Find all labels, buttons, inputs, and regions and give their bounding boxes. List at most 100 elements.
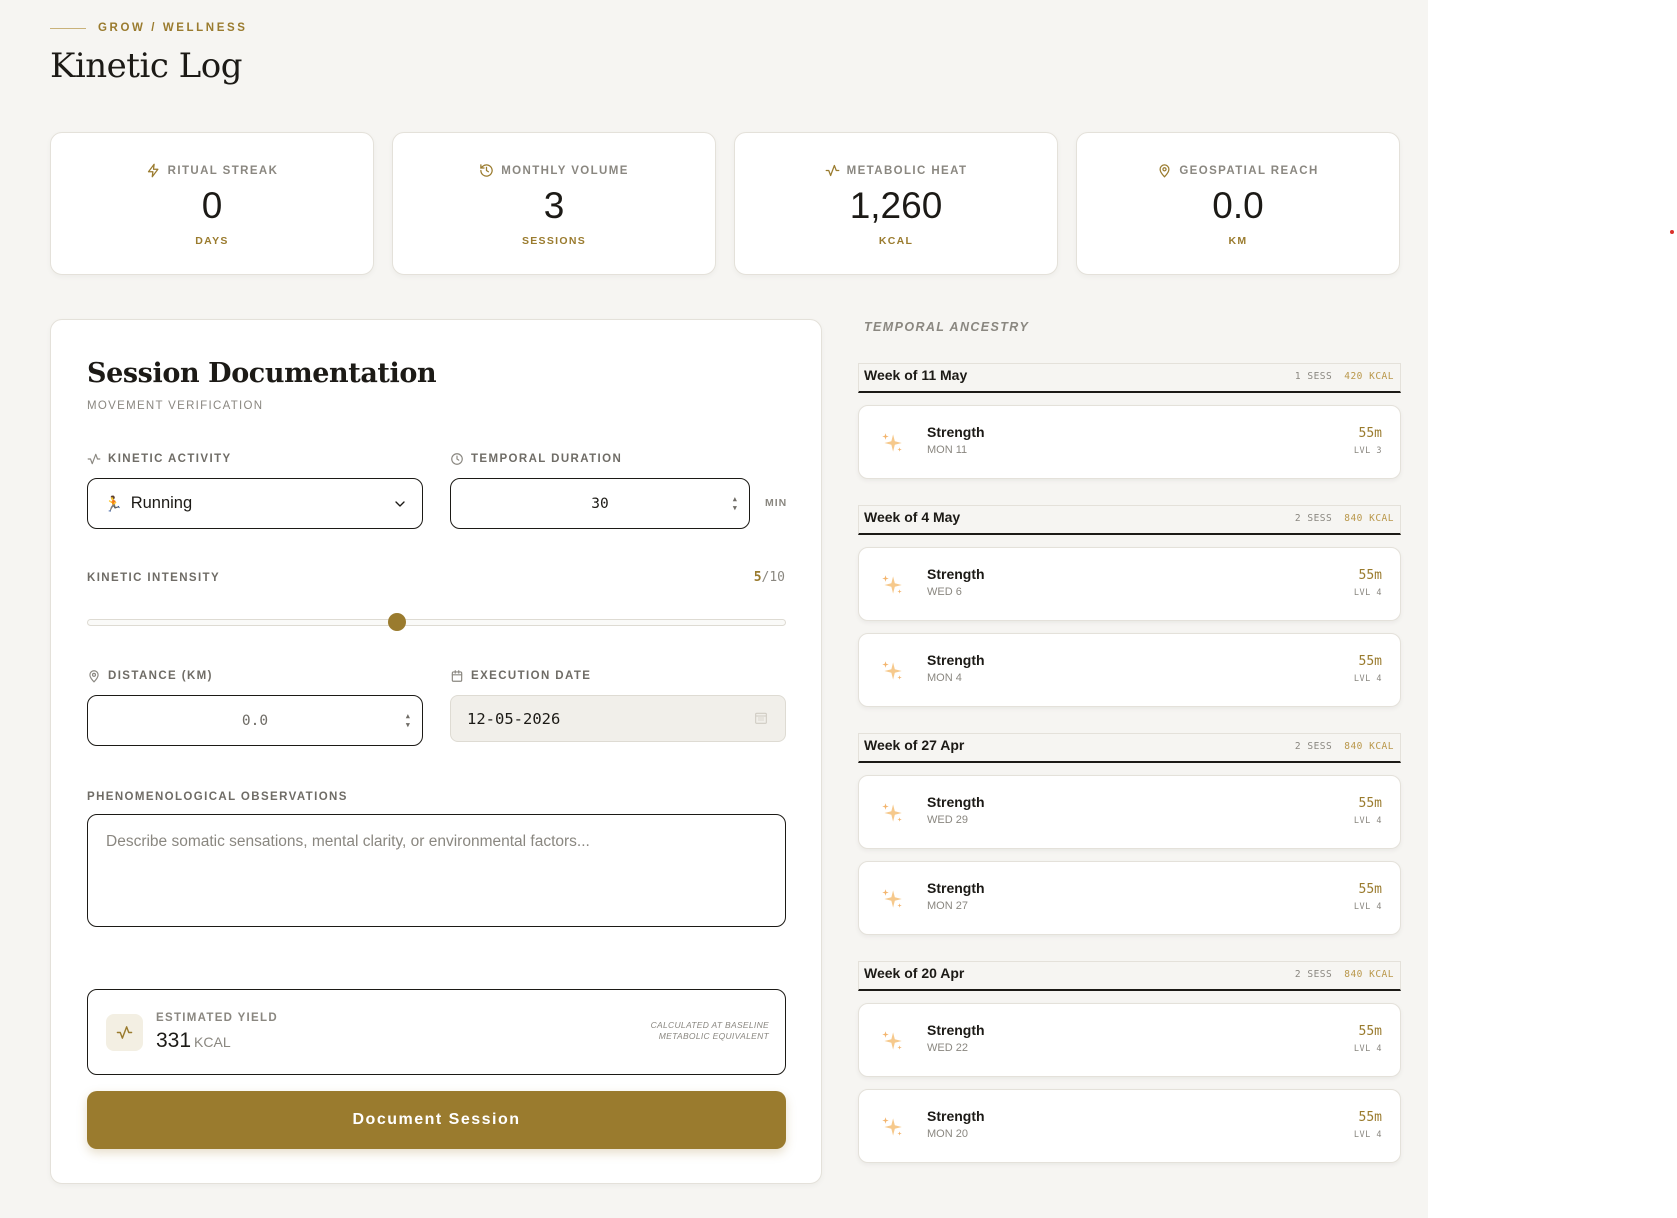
history-list: Week of 11 May 1 SESS 420 KCAL Strength MON … — [858, 363, 1401, 1189]
entry-duration: 55m — [1358, 882, 1382, 897]
stat-unit: DAYS — [195, 234, 229, 247]
entry-level: LVL 4 — [1353, 1130, 1382, 1140]
app-shell: GROW / WELLNESS Kinetic Log RITUAL STREA… — [0, 0, 1428, 1218]
runner-icon: 🏃 — [104, 495, 123, 513]
week-header: Week of 20 Apr 2 SESS 840 KCAL — [858, 961, 1401, 991]
duration-input[interactable]: 30 ▲ ▼ — [450, 478, 750, 529]
stat-unit: SESSIONS — [521, 234, 587, 247]
notes-textarea[interactable]: Describe somatic sensations, mental clar… — [87, 814, 786, 927]
activity-icon — [87, 453, 101, 465]
week-header: Week of 27 Apr 2 SESS 840 KCAL — [858, 733, 1401, 763]
calendar-picker-icon[interactable] — [753, 710, 769, 726]
week-meta: 2 SESS 840 KCAL — [1295, 969, 1394, 980]
entry-duration: 55m — [1358, 426, 1382, 441]
map-pin-icon — [89, 670, 99, 683]
stat-value: 1,260 — [849, 185, 943, 226]
sparkles-icon — [882, 433, 902, 452]
week-sessions: 1 SESS — [1294, 371, 1333, 382]
calendar-icon — [451, 670, 463, 682]
activity-select[interactable]: 🏃 Running — [87, 478, 423, 529]
slider-track[interactable] — [87, 619, 786, 626]
duration-unit: MIN — [765, 497, 788, 509]
page-title: Kinetic Log — [50, 46, 243, 86]
distance-stepper[interactable]: ▲ ▼ — [406, 712, 410, 729]
yield-note: CALCULATED AT BASELINE METABOLIC EQUIVAL… — [650, 1020, 769, 1041]
sparkles-icon — [882, 661, 902, 680]
entry-duration: 55m — [1358, 1024, 1382, 1039]
session-entry[interactable]: Strength MON 11 55m LVL 3 — [858, 405, 1401, 479]
date-input[interactable]: 12-05-2026 — [450, 695, 786, 742]
stepper-down-icon[interactable]: ▼ — [733, 504, 737, 512]
date-label-text: EXECUTION DATE — [471, 670, 592, 682]
week-header: Week of 11 May 1 SESS 420 KCAL — [858, 363, 1401, 393]
sparkles-icon — [882, 575, 902, 594]
week-title: Week of 4 May — [864, 509, 961, 525]
slider-thumb[interactable] — [388, 613, 407, 631]
date-value: 12-05-2026 — [467, 709, 561, 728]
stat-label: METABOLIC HEAT — [825, 163, 968, 178]
entry-level: LVL 4 — [1353, 674, 1382, 684]
week-title: Week of 11 May — [864, 367, 968, 383]
intensity-slider[interactable] — [87, 613, 786, 631]
entry-date: MON 4 — [927, 672, 962, 684]
stats-row: RITUAL STREAK 0 DAYS MONTHLY VOLUME 3 SE… — [50, 132, 1400, 275]
stat-label-text: RITUAL STREAK — [167, 164, 279, 177]
intensity-label-text: KINETIC INTENSITY — [87, 572, 221, 584]
entry-date: MON 20 — [927, 1128, 968, 1140]
distance-label-text: DISTANCE (KM) — [108, 670, 213, 682]
week-title: Week of 20 Apr — [864, 965, 965, 981]
form-title: Session Documentation — [87, 358, 437, 389]
distance-input[interactable]: 0.0 ▲ ▼ — [87, 695, 423, 746]
week-group: Week of 20 Apr 2 SESS 840 KCAL Strength WED … — [858, 961, 1401, 1163]
sparkles-icon — [882, 889, 902, 908]
cursor-dot — [1670, 230, 1674, 234]
stepper-up-icon[interactable]: ▲ — [406, 712, 410, 720]
week-meta: 1 SESS 420 KCAL — [1295, 371, 1394, 382]
stat-card-geospatial-reach: GEOSPATIAL REACH 0.0 KM — [1076, 132, 1400, 275]
notes-label-text: PHENOMENOLOGICAL OBSERVATIONS — [87, 791, 348, 803]
stat-value: 3 — [543, 185, 565, 226]
stepper-up-icon[interactable]: ▲ — [733, 495, 737, 503]
week-sessions: 2 SESS — [1294, 513, 1333, 524]
date-label: EXECUTION DATE — [450, 669, 591, 683]
entry-name: Strength — [927, 652, 985, 668]
duration-label: TEMPORAL DURATION — [450, 452, 622, 466]
session-entry[interactable]: Strength MON 27 55m LVL 4 — [858, 861, 1401, 935]
activity-icon — [116, 1026, 133, 1039]
yield-number: 331 — [156, 1029, 192, 1052]
breadcrumb-divider — [50, 27, 86, 29]
session-entry[interactable]: Strength MON 4 55m LVL 4 — [858, 633, 1401, 707]
session-entry[interactable]: Strength WED 22 55m LVL 4 — [858, 1003, 1401, 1077]
intensity-max: /10 — [761, 570, 785, 585]
distance-placeholder: 0.0 — [241, 712, 269, 729]
map-pin-icon — [1159, 164, 1170, 178]
activity-label: KINETIC ACTIVITY — [87, 452, 232, 466]
session-entry[interactable]: Strength WED 6 55m LVL 4 — [858, 547, 1401, 621]
stat-label: MONTHLY VOLUME — [479, 163, 629, 178]
sparkles-icon — [882, 1031, 902, 1050]
entry-date: WED 29 — [927, 814, 968, 826]
duration-stepper[interactable]: ▲ ▼ — [733, 495, 737, 512]
session-form-panel: Session Documentation MOVEMENT VERIFICAT… — [50, 319, 822, 1184]
entry-name: Strength — [927, 566, 985, 582]
week-title: Week of 27 Apr — [864, 737, 965, 753]
session-entry[interactable]: Strength WED 29 55m LVL 4 — [858, 775, 1401, 849]
document-session-button[interactable]: Document Session — [87, 1091, 786, 1149]
entry-duration: 55m — [1358, 1110, 1382, 1125]
entry-duration: 55m — [1358, 654, 1382, 669]
stat-card-metabolic-heat: METABOLIC HEAT 1,260 KCAL — [734, 132, 1058, 275]
week-sessions: 2 SESS — [1294, 969, 1333, 980]
yield-value: 331 KCAL — [156, 1029, 231, 1053]
week-meta: 2 SESS 840 KCAL — [1295, 741, 1394, 752]
intensity-label: KINETIC INTENSITY — [87, 572, 220, 584]
week-kcal: 840 KCAL — [1344, 513, 1394, 524]
history-title: TEMPORAL ANCESTRY — [864, 320, 1030, 334]
week-header: Week of 4 May 2 SESS 840 KCAL — [858, 505, 1401, 535]
duration-label-text: TEMPORAL DURATION — [471, 453, 623, 465]
breadcrumb-text[interactable]: GROW / WELLNESS — [98, 22, 248, 34]
week-kcal: 840 KCAL — [1344, 969, 1394, 980]
stepper-down-icon[interactable]: ▼ — [406, 721, 410, 729]
stat-label-text: GEOSPATIAL REACH — [1179, 164, 1319, 177]
session-entry[interactable]: Strength MON 20 55m LVL 4 — [858, 1089, 1401, 1163]
week-group: Week of 27 Apr 2 SESS 840 KCAL Strength WED … — [858, 733, 1401, 935]
